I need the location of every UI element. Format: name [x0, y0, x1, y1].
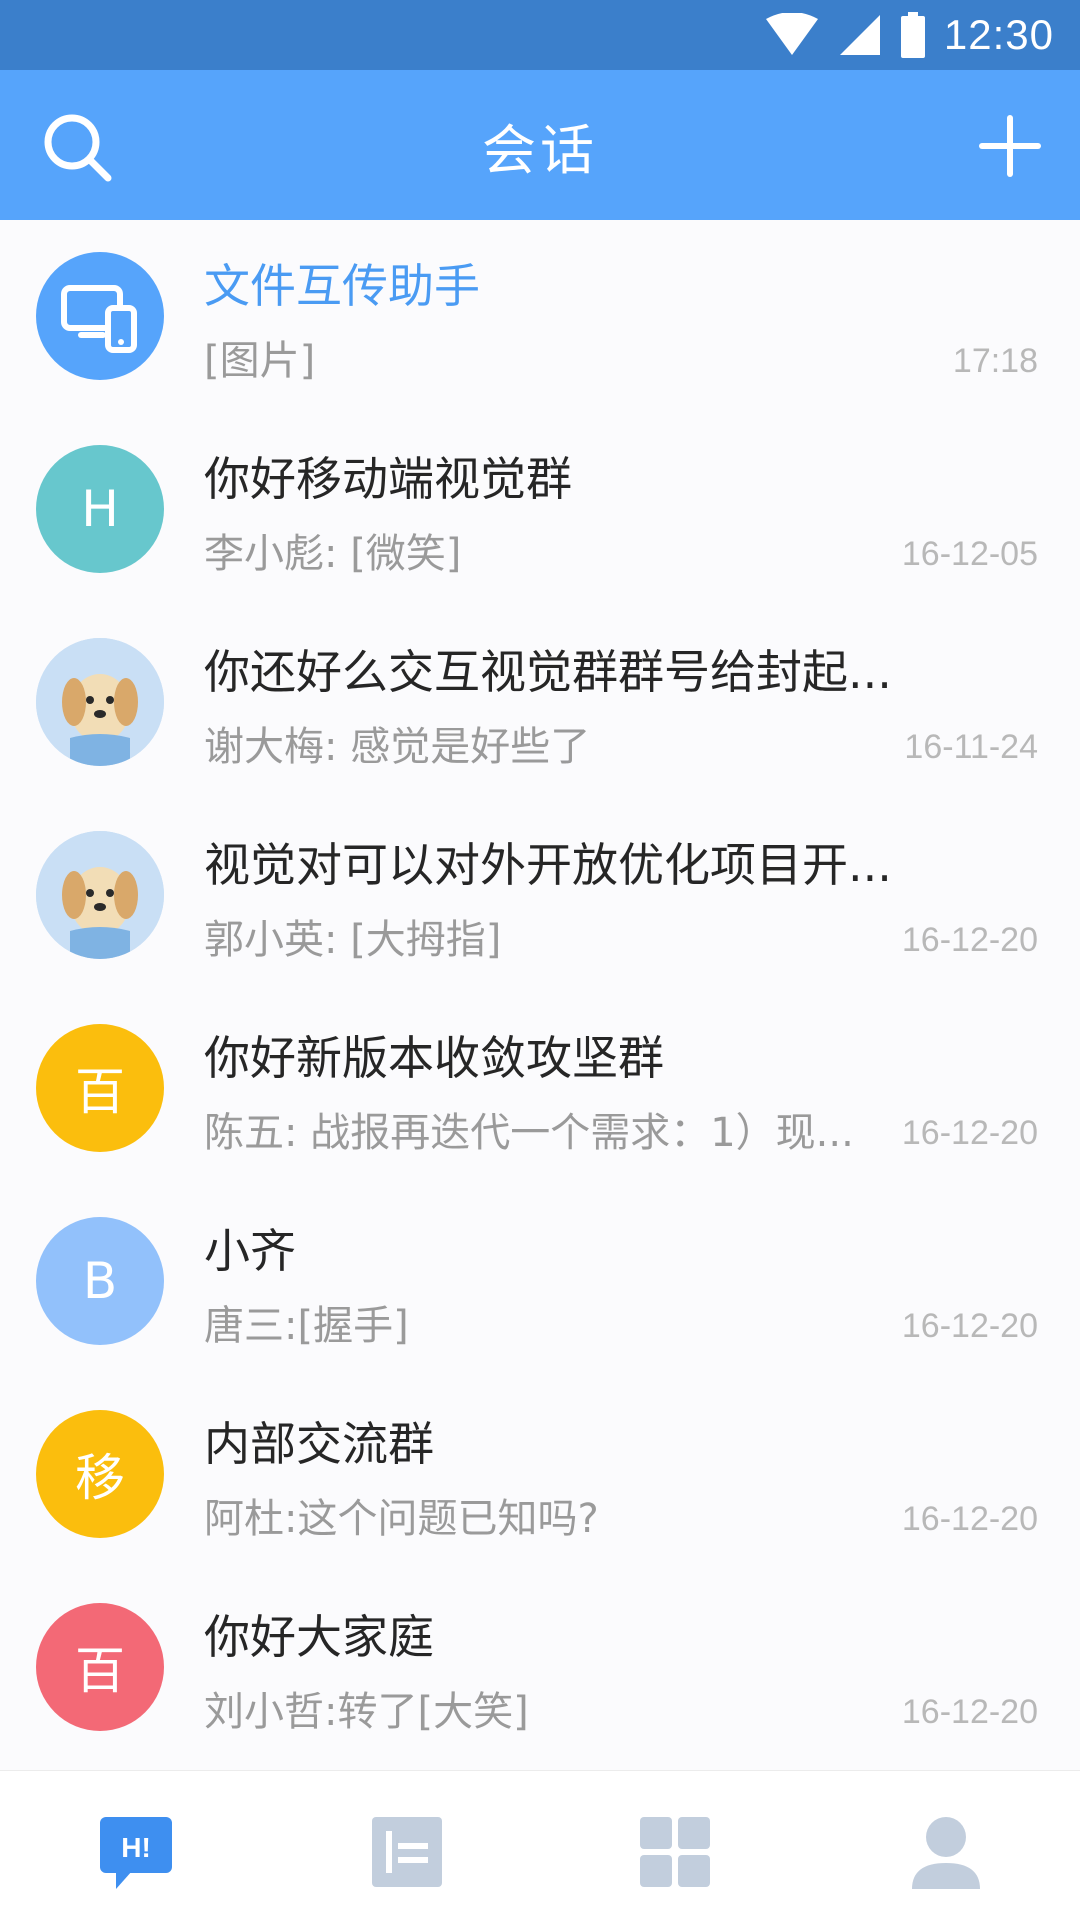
conversation-preview: 刘小哲:转了[大笑] [204, 1689, 529, 1735]
conversation-item[interactable]: 百 你好新版本收敛攻坚群 陈五: 战报再迭代一个需求：1）现... 16-12-… [0, 992, 1080, 1185]
conversation-preview: 郭小英: [大拇指] [204, 917, 502, 963]
document-icon[interactable] [368, 1811, 448, 1891]
battery-icon [900, 12, 925, 58]
conversation-item-file-transfer[interactable]: 文件互传助手 [图片] 17:18 [0, 220, 1080, 413]
conversation-time: 16-12-05 [901, 535, 1038, 573]
conversation-time: 16-12-20 [901, 1693, 1038, 1731]
conversation-item[interactable]: H 你好移动端视觉群 李小彪: [微笑] 16-12-05 [0, 413, 1080, 606]
conversation-title: 内部交流群 [204, 1417, 434, 1471]
conversation-item[interactable]: 你还好么交互视觉群群号给封起... 谢大梅: 感觉是好些了 16-11-24 [0, 606, 1080, 799]
conversation-preview: [图片] [204, 338, 316, 384]
puppy-photo-icon [36, 638, 164, 766]
conversation-time: 16-12-20 [901, 1307, 1038, 1345]
profile-icon[interactable] [906, 1811, 986, 1891]
avatar: 移 [36, 1410, 164, 1538]
puppy-photo-icon [36, 831, 164, 959]
page-title: 会话 [482, 118, 598, 182]
wifi-icon [765, 13, 818, 55]
bottom-tab-bar: H! [0, 1770, 1080, 1921]
conversation-preview: 谢大梅: 感觉是好些了 [204, 724, 591, 770]
conversation-title: 视觉对可以对外开放优化项目开... [204, 838, 892, 892]
conversation-item[interactable]: 移 内部交流群 阿杜:这个问题已知吗? 16-12-20 [0, 1378, 1080, 1571]
avatar: 百 [36, 1603, 164, 1731]
conversation-item[interactable]: 百 你好大家庭 刘小哲:转了[大笑] 16-12-20 [0, 1571, 1080, 1764]
conversation-title: 你好大家庭 [204, 1610, 434, 1664]
avatar [36, 638, 164, 766]
conversation-time: 16-12-20 [901, 921, 1038, 959]
chat-icon[interactable]: H! [96, 1811, 176, 1891]
conversation-title: 小齐 [204, 1224, 296, 1278]
avatar: H [36, 445, 164, 573]
plus-icon[interactable] [978, 114, 1042, 178]
conversation-preview: 阿杜:这个问题已知吗? [204, 1496, 599, 1542]
conversation-title: 你好新版本收敛攻坚群 [204, 1031, 664, 1085]
conversation-title: 文件互传助手 [204, 259, 480, 313]
conversation-time: 17:18 [952, 342, 1038, 380]
conversation-time: 16-11-24 [904, 728, 1038, 766]
device-icon [61, 285, 137, 353]
conversation-preview: 李小彪: [微笑] [204, 531, 462, 577]
avatar: B [36, 1217, 164, 1345]
conversation-preview: 陈五: 战报再迭代一个需求：1）现... [204, 1110, 854, 1156]
conversation-preview: 唐三:[握手] [204, 1303, 409, 1349]
apps-grid-icon[interactable] [636, 1811, 716, 1891]
conversation-time: 16-12-20 [901, 1114, 1038, 1152]
conversation-time: 16-12-20 [901, 1500, 1038, 1538]
status-time: 12:30 [943, 11, 1054, 58]
avatar: 百 [36, 1024, 164, 1152]
conversation-title: 你好移动端视觉群 [204, 452, 572, 506]
conversation-item[interactable]: 视觉对可以对外开放优化项目开... 郭小英: [大拇指] 16-12-20 [0, 799, 1080, 992]
status-bar: 12:30 [0, 0, 1080, 70]
chat-tab-label: H! [121, 1832, 151, 1863]
conversation-item[interactable]: B 小齐 唐三:[握手] 16-12-20 [0, 1185, 1080, 1378]
avatar [36, 252, 164, 380]
conversation-list: 文件互传助手 [图片] 17:18 H 你好移动端视觉群 李小彪: [微笑] 1… [0, 220, 1080, 1764]
top-app-bar: 会话 [0, 70, 1080, 220]
avatar [36, 831, 164, 959]
conversation-title: 你还好么交互视觉群群号给封起... [204, 645, 892, 699]
cell-signal-icon [839, 15, 880, 55]
